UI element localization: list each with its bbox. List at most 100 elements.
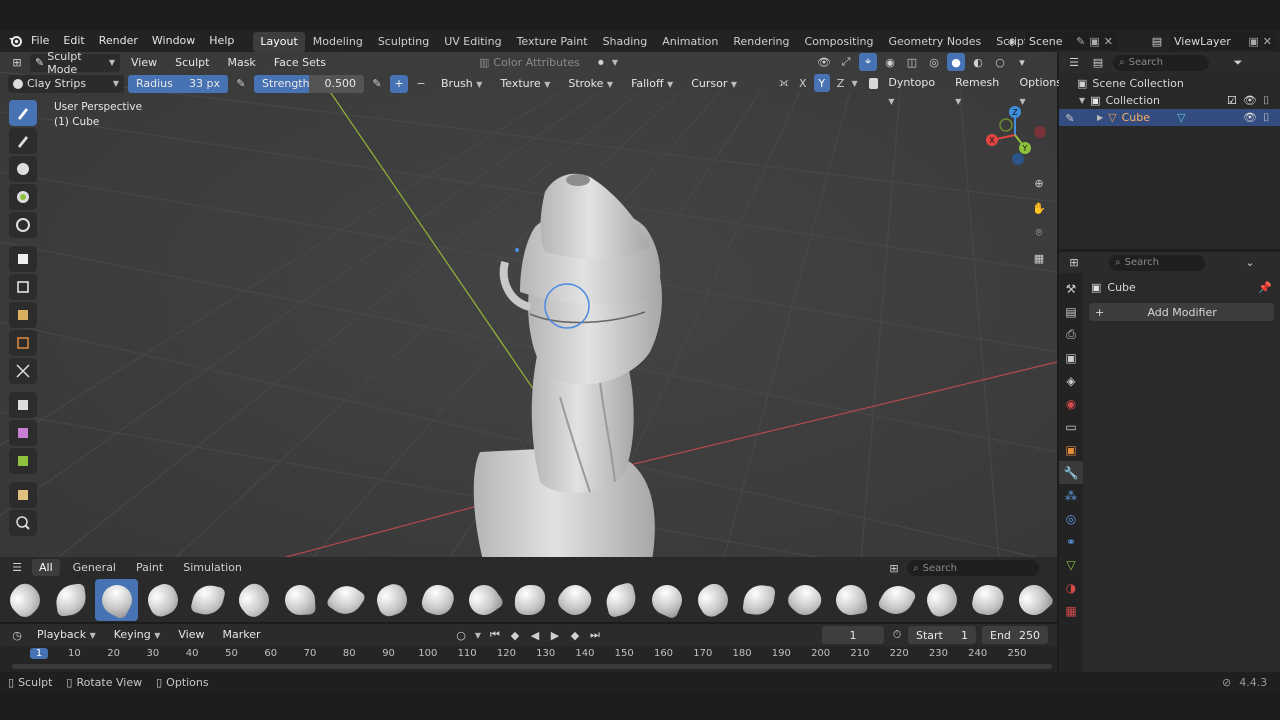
properties-editor-icon[interactable]: ⊞ xyxy=(1065,254,1083,272)
brush-thumbnail[interactable] xyxy=(829,579,872,621)
grab-tool-icon[interactable] xyxy=(9,156,37,182)
shelf-tab-all[interactable]: All xyxy=(32,559,60,576)
copy-view-layer-icon[interactable]: ▣ xyxy=(1248,35,1258,48)
brush-thumbnail[interactable] xyxy=(95,578,139,621)
properties-search-input[interactable]: ⌕ Search xyxy=(1109,254,1205,271)
brush-thumbnail[interactable] xyxy=(554,578,597,621)
tab-shading[interactable]: Shading xyxy=(596,32,655,52)
modifier-tab-icon[interactable]: 🔧 xyxy=(1059,461,1083,484)
chevron-down-icon[interactable]: ⌄ xyxy=(1241,254,1259,272)
brush-thumbnail[interactable] xyxy=(508,579,551,621)
dyntopo-checkbox[interactable] xyxy=(868,77,879,89)
view-layer-icon[interactable]: ▤ xyxy=(1148,32,1166,50)
mirror-z-button[interactable]: Z xyxy=(833,74,849,92)
physics-tab-icon[interactable]: ◎ xyxy=(1059,507,1083,530)
play-icon[interactable]: ▶ xyxy=(546,626,564,644)
collection-row[interactable]: ▼ ▣ Collection ☑ 👁 ⌷ xyxy=(1059,92,1280,109)
cursor-menu[interactable]: Cursor ▼ xyxy=(684,75,744,93)
data-tab-icon[interactable]: ▽ xyxy=(1059,553,1083,576)
tab-texture-paint[interactable]: Texture Paint xyxy=(510,32,595,52)
object-tab-icon[interactable]: ▣ xyxy=(1059,438,1083,461)
timeline-view-menu[interactable]: View xyxy=(171,626,211,644)
pan-hand-icon[interactable]: ✋ xyxy=(1028,197,1050,219)
brush-thumbnail[interactable] xyxy=(600,579,643,621)
next-keyframe-icon[interactable]: ◆ xyxy=(566,626,584,644)
keying-menu[interactable]: Keying ▼ xyxy=(107,626,168,644)
color-attributes-selector[interactable]: ▥ Color Attributes xyxy=(479,56,580,69)
current-frame-field[interactable]: 1 xyxy=(822,626,884,644)
line-project-tool-icon[interactable] xyxy=(9,358,37,384)
chevron-down-icon[interactable]: ▼ xyxy=(472,626,484,644)
menu-view[interactable]: View xyxy=(124,54,164,72)
mask-tool-icon[interactable] xyxy=(9,212,37,238)
material-tab-icon[interactable]: ◑ xyxy=(1059,576,1083,599)
world-tab-icon[interactable]: ◉ xyxy=(1059,392,1083,415)
cloth-filter-tool-icon[interactable] xyxy=(9,420,37,446)
auto-keying-icon[interactable]: ○ xyxy=(452,626,470,644)
cube-row[interactable]: ▶ ▽ Cube ▽ 👁 ⌷ xyxy=(1059,109,1280,126)
radius-pressure-icon[interactable]: ✎ xyxy=(232,75,250,93)
remesh-menu[interactable]: Remesh ▼ xyxy=(948,74,1009,106)
view-layer-tab-icon[interactable]: ▣ xyxy=(1059,346,1083,369)
brush-thumbnail[interactable] xyxy=(279,579,322,621)
brush-thumbnail[interactable] xyxy=(783,578,827,621)
outliner-editor-icon[interactable]: ☰ xyxy=(1065,54,1083,72)
shelf-menu-icon[interactable]: ☰ xyxy=(8,558,26,576)
jump-end-icon[interactable]: ⏭ xyxy=(586,626,604,644)
brush-thumbnail[interactable] xyxy=(967,579,1010,621)
edit-mode-toggle-icon[interactable]: ✎ xyxy=(1061,109,1079,127)
falloff-menu[interactable]: Falloff ▼ xyxy=(624,75,680,93)
display-mode-icon[interactable]: ▤ xyxy=(1089,54,1107,72)
brush-thumbnail[interactable] xyxy=(646,579,689,621)
mesh-filter-tool-icon[interactable] xyxy=(9,392,37,418)
start-frame-field[interactable]: Start 1 xyxy=(908,626,976,644)
brush-thumbnail[interactable] xyxy=(1013,578,1056,621)
brush-thumbnail[interactable] xyxy=(875,579,918,621)
brush-thumbnail[interactable] xyxy=(141,579,184,621)
tab-rendering[interactable]: Rendering xyxy=(726,32,796,52)
shelf-display-icon[interactable]: ⊞ xyxy=(885,559,903,577)
stroke-menu[interactable]: Stroke ▼ xyxy=(561,75,620,93)
add-modifier-button[interactable]: + Add Modifier xyxy=(1089,303,1274,321)
solid-shading-icon[interactable]: ● xyxy=(947,53,965,71)
box-face-set-tool-icon[interactable] xyxy=(9,302,37,328)
brush-thumbnail[interactable] xyxy=(187,579,230,621)
shading-options-icon[interactable]: ▾ xyxy=(1013,53,1031,71)
timeline-scrollbar[interactable] xyxy=(12,664,1052,669)
menu-window[interactable]: Window xyxy=(145,30,202,52)
playback-menu[interactable]: Playback ▼ xyxy=(30,626,103,644)
dyntopo-menu[interactable]: Dyntopo ▼ xyxy=(881,74,945,106)
box-mask-tool-icon[interactable] xyxy=(9,246,37,272)
collection-tab-icon[interactable]: ▭ xyxy=(1059,415,1083,438)
pin-icon[interactable]: ✎ xyxy=(1076,35,1085,48)
prev-keyframe-icon[interactable]: ◆ xyxy=(506,626,524,644)
wireframe-shading-icon[interactable]: ◎ xyxy=(925,53,943,71)
tab-animation[interactable]: Animation xyxy=(655,32,725,52)
remove-view-layer-icon[interactable]: ✕ xyxy=(1263,35,1272,48)
menu-mask[interactable]: Mask xyxy=(220,54,262,72)
gizmo-toggle-icon[interactable]: ⤢ xyxy=(837,53,855,71)
menu-face-sets[interactable]: Face Sets xyxy=(267,54,333,72)
filter-icon[interactable]: ⏷ xyxy=(1229,54,1247,72)
render-tab-icon[interactable]: ▤ xyxy=(1059,300,1083,323)
menu-sculpt[interactable]: Sculpt xyxy=(168,54,216,72)
scene-tab-icon[interactable]: ◈ xyxy=(1059,369,1083,392)
brush-thumbnail[interactable] xyxy=(416,579,459,621)
editor-type-icon[interactable]: ⊞ xyxy=(8,54,26,72)
material-shading-icon[interactable]: ◐ xyxy=(969,53,987,71)
texture-menu[interactable]: Texture ▼ xyxy=(493,75,557,93)
eye-icon[interactable]: 👁 xyxy=(1243,94,1257,107)
perspective-toggle-icon[interactable]: ▦ xyxy=(1028,247,1050,269)
shelf-search-input[interactable]: ⌕ Search xyxy=(907,560,1039,576)
texture-tab-icon[interactable]: ▦ xyxy=(1059,599,1083,622)
navigation-gizmo[interactable]: Z X Y xyxy=(980,102,1050,172)
camera-icon[interactable]: ⌷ xyxy=(1263,111,1270,125)
remove-scene-icon[interactable]: ✕ xyxy=(1104,35,1113,48)
zoom-icon[interactable]: ⊕ xyxy=(1028,172,1050,194)
scene-field[interactable]: Scene ✎ ▣ ✕ xyxy=(1025,32,1117,50)
end-frame-field[interactable]: End 250 xyxy=(982,626,1048,644)
constraints-tab-icon[interactable]: ⚭ xyxy=(1059,530,1083,553)
blender-logo-icon[interactable] xyxy=(6,32,24,50)
record-icon[interactable]: ⏺ xyxy=(592,54,610,72)
chevron-down-icon[interactable]: ▼ xyxy=(1079,96,1085,105)
